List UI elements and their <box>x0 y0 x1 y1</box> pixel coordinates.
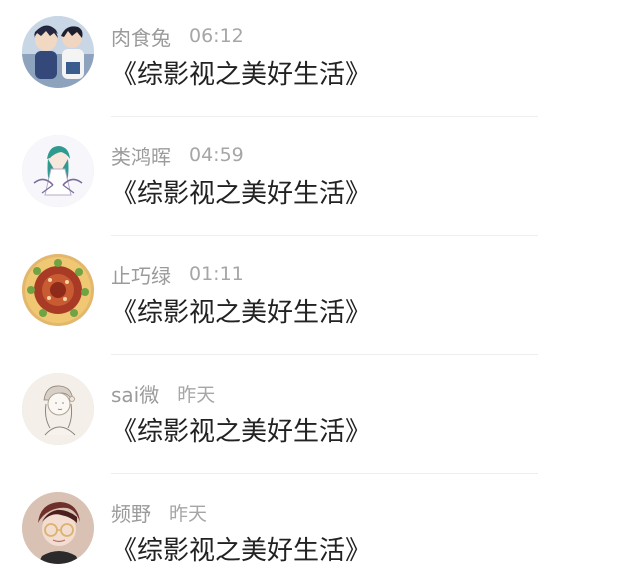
divider <box>111 235 538 236</box>
divider <box>111 116 538 117</box>
username[interactable]: sai微 <box>111 379 159 408</box>
comment-item[interactable]: 类鸿晖 04:59 《综影视之美好生活》 <box>0 119 640 237</box>
anime-boys-avatar-icon[interactable] <box>22 16 94 88</box>
boy-with-glasses-avatar-icon[interactable] <box>22 492 94 564</box>
comment-meta: 类鸿晖 04:59 <box>111 140 244 170</box>
comment-item[interactable]: sai微 昨天 《综影视之美好生活》 <box>0 357 640 475</box>
timestamp: 04:59 <box>189 144 244 166</box>
pencil-sketch-girl-avatar-icon[interactable] <box>22 373 94 445</box>
username[interactable]: 类鸿晖 <box>111 141 171 170</box>
comment-text: 《综影视之美好生活》 <box>111 417 372 447</box>
avatar-image <box>22 135 94 207</box>
comment-text: 《综影视之美好生活》 <box>111 60 372 90</box>
username[interactable]: 频野 <box>111 498 151 527</box>
comment-text: 《综影视之美好生活》 <box>111 179 372 209</box>
avatar-image <box>22 373 94 445</box>
username[interactable]: 肉食兔 <box>111 22 171 51</box>
comment-text: 《综影视之美好生活》 <box>111 536 372 566</box>
avatar-image <box>22 492 94 564</box>
comment-meta: sai微 昨天 <box>111 378 215 408</box>
divider <box>111 473 538 474</box>
anime-girl-sketch-avatar-icon[interactable] <box>22 135 94 207</box>
divider <box>111 354 538 355</box>
comment-item[interactable]: 频野 昨天 《综影视之美好生活》 <box>0 476 640 583</box>
timestamp: 昨天 <box>169 502 208 525</box>
timestamp: 06:12 <box>189 25 244 47</box>
comment-meta: 频野 昨天 <box>111 497 207 527</box>
comment-item[interactable]: 肉食兔 06:12 《综影视之美好生活》 <box>0 0 640 118</box>
timestamp: 01:11 <box>189 263 244 285</box>
timestamp: 昨天 <box>177 383 216 406</box>
avatar-image <box>22 16 94 88</box>
avatar-image <box>22 254 94 326</box>
comment-text: 《综影视之美好生活》 <box>111 298 372 328</box>
comment-meta: 肉食兔 06:12 <box>111 21 244 51</box>
comment-item[interactable]: 止巧绿 01:11 《综影视之美好生活》 <box>0 238 640 356</box>
pizza-flower-avatar-icon[interactable] <box>22 254 94 326</box>
username[interactable]: 止巧绿 <box>111 260 171 289</box>
comment-list: 肉食兔 06:12 《综影视之美好生活》 类鸿晖 04:59 《综影视之美好生活… <box>0 0 640 583</box>
comment-meta: 止巧绿 01:11 <box>111 259 244 289</box>
